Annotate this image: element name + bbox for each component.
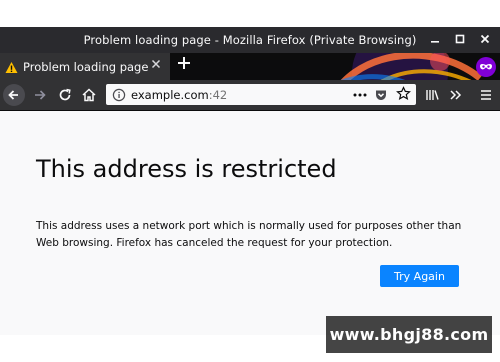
error-description: This address uses a network port which i…	[36, 219, 462, 249]
url-bar[interactable]: example.com:42	[106, 84, 416, 105]
url-port: :42	[208, 88, 228, 102]
try-again-button[interactable]: Try Again	[380, 265, 459, 287]
url-text[interactable]: example.com:42	[131, 88, 227, 102]
hamburger-menu-icon[interactable]	[475, 84, 497, 106]
pocket-icon[interactable]	[374, 87, 388, 106]
private-browsing-artwork	[340, 53, 483, 80]
maximize-icon[interactable]	[453, 32, 467, 46]
tab-strip: Problem loading page	[0, 53, 500, 80]
error-page: This address is restricted This address …	[0, 111, 500, 335]
plus-icon[interactable]	[176, 55, 192, 76]
arrow-left-icon[interactable]	[3, 84, 25, 106]
star-icon[interactable]	[396, 86, 411, 105]
window-close-icon[interactable]	[478, 32, 492, 46]
window-titlebar: Problem loading page - Mozilla Firefox (…	[0, 27, 500, 53]
minimize-icon[interactable]	[428, 32, 442, 46]
arrow-right-icon[interactable]	[29, 84, 51, 106]
watermark: www.bhgj88.com	[326, 316, 492, 353]
chevron-double-right-icon[interactable]	[445, 84, 467, 106]
ellipsis-icon[interactable]	[352, 87, 368, 106]
close-icon[interactable]	[150, 58, 162, 73]
url-host: example.com	[131, 88, 209, 102]
library-icon[interactable]	[421, 84, 443, 106]
error-title: This address is restricted	[36, 155, 337, 183]
home-icon[interactable]	[78, 84, 100, 106]
tab-active[interactable]: Problem loading page	[0, 53, 170, 80]
info-icon[interactable]	[112, 87, 126, 106]
private-mask-icon	[476, 57, 496, 77]
reload-icon[interactable]	[54, 84, 76, 106]
tab-label: Problem loading page	[23, 60, 149, 74]
navigation-toolbar: example.com:42	[0, 80, 500, 111]
warning-icon	[5, 59, 18, 78]
window-title: Problem loading page - Mozilla Firefox (…	[83, 33, 417, 47]
